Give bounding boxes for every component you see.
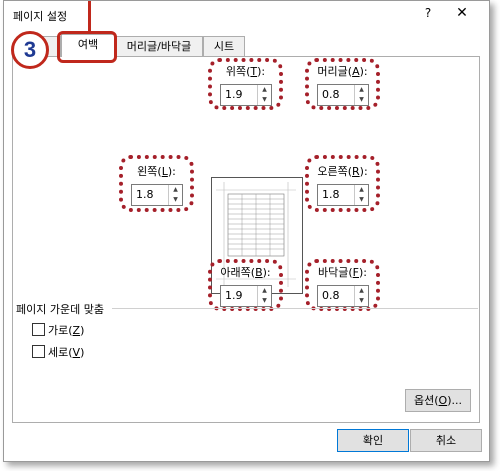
- margin-footer-value: 0.8: [322, 289, 340, 302]
- margin-top-value: 1.9: [225, 88, 243, 101]
- horizontal-checkbox[interactable]: [32, 323, 45, 336]
- tab-sheet[interactable]: 시트: [203, 36, 245, 56]
- margin-bottom-label-text: 아래쪽: [220, 266, 251, 279]
- horizontal-label: 가로(Z): [48, 324, 85, 337]
- margin-left-value: 1.8: [136, 188, 154, 201]
- margin-bottom-field: 아래쪽(B): 1.9 ▲ ▼: [213, 264, 278, 324]
- margin-bottom-spin-buttons: ▲ ▼: [257, 286, 271, 306]
- spin-up-icon[interactable]: ▲: [258, 286, 271, 296]
- vertical-checkbox[interactable]: [32, 345, 45, 358]
- ok-button[interactable]: 확인: [337, 429, 409, 452]
- page-setup-dialog: 페이지 설정 ? ✕ 3 여백 머리글/바닥글 시트 위쪽(T): 1.9 ▲ …: [3, 0, 490, 462]
- spin-up-icon[interactable]: ▲: [355, 286, 368, 296]
- margin-bottom-label: 아래쪽(B):: [220, 266, 271, 279]
- spin-down-icon[interactable]: ▼: [169, 195, 182, 205]
- vertical-label: 세로(V): [48, 346, 85, 359]
- dialog-title: 페이지 설정: [13, 10, 68, 23]
- margin-top-label: 위쪽(T):: [225, 65, 266, 78]
- margin-right-value: 1.8: [322, 188, 340, 201]
- horizontal-key: Z: [72, 324, 81, 337]
- margin-footer-key: F: [352, 266, 359, 279]
- title-bar: 페이지 설정 ? ✕: [4, 1, 489, 29]
- spin-down-icon[interactable]: ▼: [355, 195, 368, 205]
- options-button[interactable]: 옵션(O)...: [405, 389, 471, 412]
- margin-header-field: 머리글(A): 0.8 ▲ ▼: [310, 63, 375, 123]
- margin-bottom-spinner[interactable]: 1.9 ▲ ▼: [220, 285, 272, 307]
- margin-header-value: 0.8: [322, 88, 340, 101]
- margin-left-spin-buttons: ▲ ▼: [168, 185, 182, 205]
- annotation-tab-highlight: [57, 31, 117, 63]
- margin-footer-label: 바닥글(F):: [318, 266, 367, 279]
- help-icon[interactable]: ?: [418, 6, 438, 24]
- margin-right-label: 오른쪽(R):: [317, 165, 368, 178]
- margin-footer-spinner[interactable]: 0.8 ▲ ▼: [317, 285, 369, 307]
- margin-left-spinner[interactable]: 1.8 ▲ ▼: [131, 184, 183, 206]
- margin-footer-spin-buttons: ▲ ▼: [354, 286, 368, 306]
- margin-left-label: 왼쪽(L):: [137, 165, 176, 178]
- margin-left-field: 왼쪽(L): 1.8 ▲ ▼: [124, 163, 189, 223]
- cancel-button[interactable]: 취소: [410, 429, 482, 452]
- margin-top-spin-buttons: ▲ ▼: [257, 85, 271, 105]
- annotation-pointer-line: [88, 1, 91, 31]
- margin-top-label-text: 위쪽: [225, 65, 247, 78]
- margin-header-label: 머리글(A):: [317, 65, 368, 78]
- spin-down-icon[interactable]: ▼: [258, 95, 271, 105]
- center-on-page-heading: 페이지 가운데 맞춤: [16, 303, 104, 316]
- spin-up-icon[interactable]: ▲: [355, 185, 368, 195]
- margin-bottom-key: B: [255, 266, 263, 279]
- annotation-step-badge: 3: [11, 31, 49, 69]
- options-key: O: [438, 394, 448, 407]
- margin-footer-label-text: 바닥글: [318, 266, 349, 279]
- margin-footer-field: 바닥글(F): 0.8 ▲ ▼: [310, 264, 375, 324]
- margin-header-label-text: 머리글: [317, 65, 348, 78]
- spin-up-icon[interactable]: ▲: [169, 185, 182, 195]
- spin-up-icon[interactable]: ▲: [258, 85, 271, 95]
- margin-right-label-text: 오른쪽: [317, 165, 348, 178]
- spin-down-icon[interactable]: ▼: [258, 296, 271, 306]
- vertical-key: V: [72, 346, 81, 359]
- margin-bottom-value: 1.9: [225, 289, 243, 302]
- margin-right-spin-buttons: ▲ ▼: [354, 185, 368, 205]
- close-icon[interactable]: ✕: [452, 5, 472, 25]
- horizontal-label-text: 가로: [48, 324, 69, 337]
- margin-left-key: L: [161, 165, 168, 178]
- margin-right-spinner[interactable]: 1.8 ▲ ▼: [317, 184, 369, 206]
- margin-right-key: R: [352, 165, 360, 178]
- options-suffix: ...: [451, 394, 463, 407]
- margin-header-spin-buttons: ▲ ▼: [354, 85, 368, 105]
- spin-up-icon[interactable]: ▲: [355, 85, 368, 95]
- margins-panel: 위쪽(T): 1.9 ▲ ▼ 머리글(A): 0.8 ▲ ▼ 왼쪽(L): 1.…: [12, 56, 480, 423]
- margin-top-field: 위쪽(T): 1.9 ▲ ▼: [213, 63, 278, 123]
- margin-top-spinner[interactable]: 1.9 ▲ ▼: [220, 84, 272, 106]
- tab-header-footer[interactable]: 머리글/바닥글: [115, 36, 203, 56]
- margin-header-spinner[interactable]: 0.8 ▲ ▼: [317, 84, 369, 106]
- center-on-page-divider: [112, 308, 478, 309]
- margin-right-field: 오른쪽(R): 1.8 ▲ ▼: [310, 163, 375, 223]
- vertical-label-text: 세로: [48, 346, 69, 359]
- margin-header-key: A: [352, 65, 360, 78]
- options-label: 옵션: [413, 394, 435, 407]
- spin-down-icon[interactable]: ▼: [355, 95, 368, 105]
- spin-down-icon[interactable]: ▼: [355, 296, 368, 306]
- margin-top-key: T: [250, 65, 258, 78]
- margin-left-label-text: 왼쪽: [137, 165, 158, 178]
